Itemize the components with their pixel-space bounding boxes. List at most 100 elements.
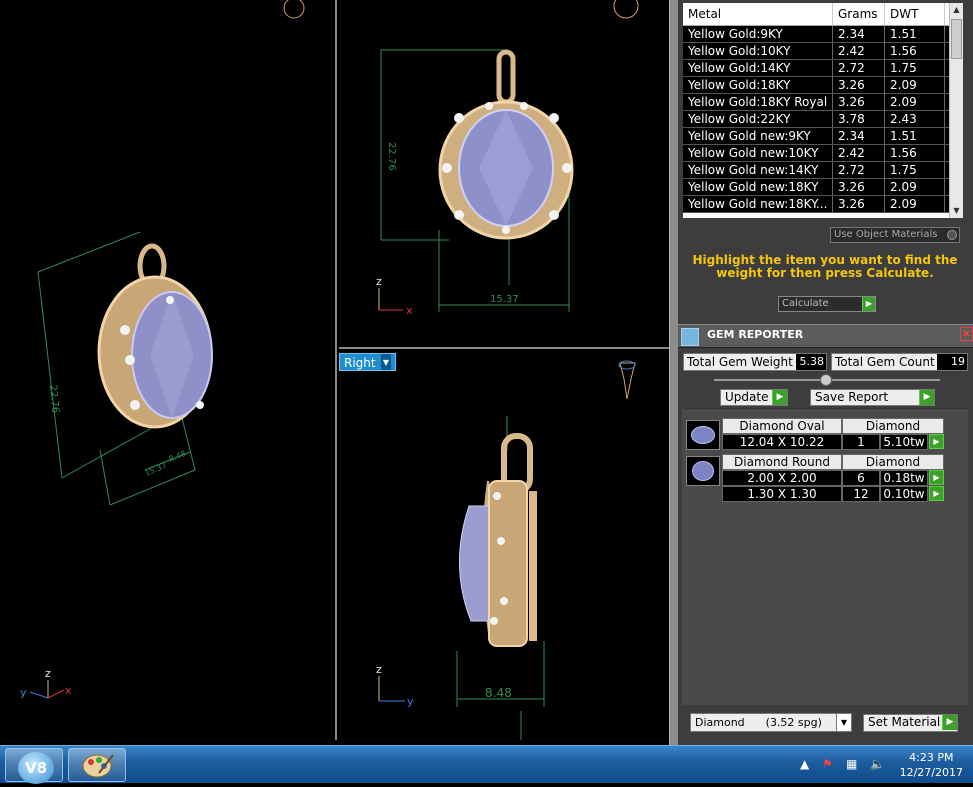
metal-dwt: 1.51	[885, 128, 945, 144]
slider-handle[interactable]	[820, 374, 832, 386]
scroll-thumb[interactable]	[951, 19, 962, 59]
material-select-value: Diamond (3.52 spg)	[695, 716, 822, 729]
metal-name: Yellow Gold new:10KY	[683, 145, 833, 161]
col-metal[interactable]: Metal	[683, 3, 833, 25]
calculate-button[interactable]: Calculate ▶	[778, 296, 876, 312]
palette-icon	[82, 754, 114, 778]
tray-expand-icon[interactable]: ▲	[800, 757, 809, 771]
front-axis-z: z	[376, 275, 382, 288]
gem-material: Diamond	[842, 454, 944, 470]
metal-grams: 3.26	[833, 196, 885, 212]
metal-name: Yellow Gold:18KY	[683, 77, 833, 93]
play-icon[interactable]: ▶	[929, 486, 944, 501]
metal-name: Yellow Gold:14KY	[683, 60, 833, 76]
update-label: Update	[725, 390, 769, 404]
metal-row[interactable]: Yellow Gold new:10KY 2.42 1.56	[683, 145, 963, 162]
gem-size: 12.04 X 10.22	[722, 434, 842, 450]
calculate-label: Calculate	[782, 298, 829, 309]
side-panel: Metal Grams DWT Yellow Gold:9KY 2.34 1.51 Y…	[678, 0, 973, 745]
metal-name: Yellow Gold new:14KY	[683, 162, 833, 178]
save-report-button[interactable]: Save Report ▶	[810, 389, 935, 406]
gem-reporter-slider[interactable]	[714, 374, 940, 386]
play-icon[interactable]: ▶	[929, 434, 944, 449]
metal-row[interactable]: Yellow Gold new:14KY 2.72 1.75	[683, 162, 963, 179]
front-height-dim: 22.76	[386, 142, 397, 171]
right-axis-z: z	[376, 663, 382, 676]
metal-row[interactable]: Yellow Gold:22KY 3.78 2.43	[683, 111, 963, 128]
metal-dwt: 2.09	[885, 179, 945, 195]
col-dwt[interactable]: DWT	[885, 3, 945, 25]
metal-grams: 2.34	[833, 128, 885, 144]
total-gem-weight-value: 5.38	[796, 354, 826, 370]
metal-grams: 3.78	[833, 111, 885, 127]
right-depth-dim: 8.48	[485, 686, 512, 700]
persp-axis-z: z	[45, 667, 51, 680]
metal-row[interactable]: Yellow Gold:18KY 3.26 2.09	[683, 77, 963, 94]
metal-row[interactable]: Yellow Gold new:9KY 2.34 1.51	[683, 128, 963, 145]
use-object-materials-toggle[interactable]: Use Object Materials	[830, 227, 960, 243]
persp-height-dim: 22.76	[47, 384, 60, 413]
network-icon[interactable]: ▦	[846, 757, 857, 771]
persp-width-dim: 15.37	[143, 461, 168, 478]
pendant-model-right	[458, 433, 537, 647]
play-icon: ▶	[919, 390, 934, 405]
metal-dwt: 1.75	[885, 162, 945, 178]
metal-grams: 2.42	[833, 145, 885, 161]
gem-count: 12	[842, 486, 880, 502]
viewport-splitter[interactable]	[669, 0, 678, 745]
action-center-icon[interactable]: ⚑	[822, 757, 833, 771]
metal-row[interactable]: Yellow Gold:14KY 2.72 1.75	[683, 60, 963, 77]
material-select[interactable]: Diamond (3.52 spg) ▼	[690, 713, 852, 732]
persp-axis-y: y	[20, 686, 27, 699]
scroll-down-icon[interactable]: ▼	[950, 204, 963, 218]
gem-reporter-title: GEM REPORTER	[707, 328, 804, 341]
gem-size: 1.30 X 1.30	[722, 486, 842, 502]
perspective-viewport[interactable]: 22.76 15.37 8.48 z y x	[0, 0, 337, 740]
total-gem-count-value: 19	[937, 354, 967, 370]
system-clock[interactable]: 4:23 PM 12/27/2017	[900, 750, 963, 780]
metal-grams: 3.26	[833, 77, 885, 93]
radio-icon[interactable]	[947, 230, 957, 240]
pendant-model-front	[438, 49, 574, 240]
metal-row[interactable]: Yellow Gold:9KY 2.34 1.51	[683, 26, 963, 43]
col-grams[interactable]: Grams	[833, 3, 885, 25]
play-icon[interactable]: ▶	[862, 297, 875, 311]
right-viewport[interactable]: Right ▼ 8.48 z y	[339, 351, 670, 740]
gem-shape: Diamond Oval	[722, 418, 842, 434]
play-icon[interactable]: ▶	[929, 470, 944, 485]
scroll-up-icon[interactable]: ▲	[950, 3, 963, 17]
front-axis-x: x	[406, 304, 413, 317]
close-icon[interactable]: ×	[960, 327, 973, 341]
gem-reporter-icon	[681, 328, 699, 346]
set-material-label: Set Material	[868, 715, 941, 729]
gem-list: Diamond Oval Diamond 12.04 X 10.22 1 5.1…	[682, 410, 968, 705]
set-material-button[interactable]: Set Material ▶	[863, 714, 958, 732]
chevron-down-icon[interactable]: ▼	[836, 714, 851, 731]
metal-row[interactable]: Yellow Gold new:18KY 3.26 2.09	[683, 179, 963, 196]
metal-row[interactable]: Yellow Gold:18KY Royal 3.26 2.09	[683, 94, 963, 111]
metal-row[interactable]: Yellow Gold:10KY 2.42 1.56	[683, 43, 963, 60]
clock-time: 4:23 PM	[909, 751, 954, 764]
taskbar: V8 ▲ ⚑ ▦ 🔈 4:23 PM 12/27/2017	[0, 745, 973, 784]
taskbar-app-rhino[interactable]: V8	[5, 748, 63, 784]
metal-grams: 2.72	[833, 162, 885, 178]
gem-weight: 0.18tw	[880, 470, 928, 486]
app-logo-icon: V8	[18, 752, 54, 784]
metal-name: Yellow Gold:9KY	[683, 26, 833, 42]
metal-grams: 2.72	[833, 60, 885, 76]
gem-count: 6	[842, 470, 880, 486]
metal-dwt: 2.09	[885, 94, 945, 110]
gem-count: 1	[842, 434, 880, 450]
calculate-hint: Highlight the item you want to find the …	[692, 253, 958, 280]
metal-table-scrollbar[interactable]: ▲ ▼	[949, 3, 963, 218]
update-button[interactable]: Update ▶	[720, 389, 788, 406]
front-viewport[interactable]: 22.76 15.37 z x	[339, 0, 670, 349]
volume-icon[interactable]: 🔈	[870, 757, 885, 771]
taskbar-app-paint[interactable]	[68, 748, 126, 782]
front-width-dim: 15.37	[490, 294, 519, 305]
metal-row[interactable]: Yellow Gold new:18KY... 3.26 2.09	[683, 196, 963, 213]
pendant-model-persp	[97, 243, 213, 429]
metal-weight-table[interactable]: Metal Grams DWT Yellow Gold:9KY 2.34 1.51 Y…	[683, 3, 963, 218]
metal-grams: 2.42	[833, 43, 885, 59]
total-gem-weight-label: Total Gem Weight	[687, 355, 793, 369]
